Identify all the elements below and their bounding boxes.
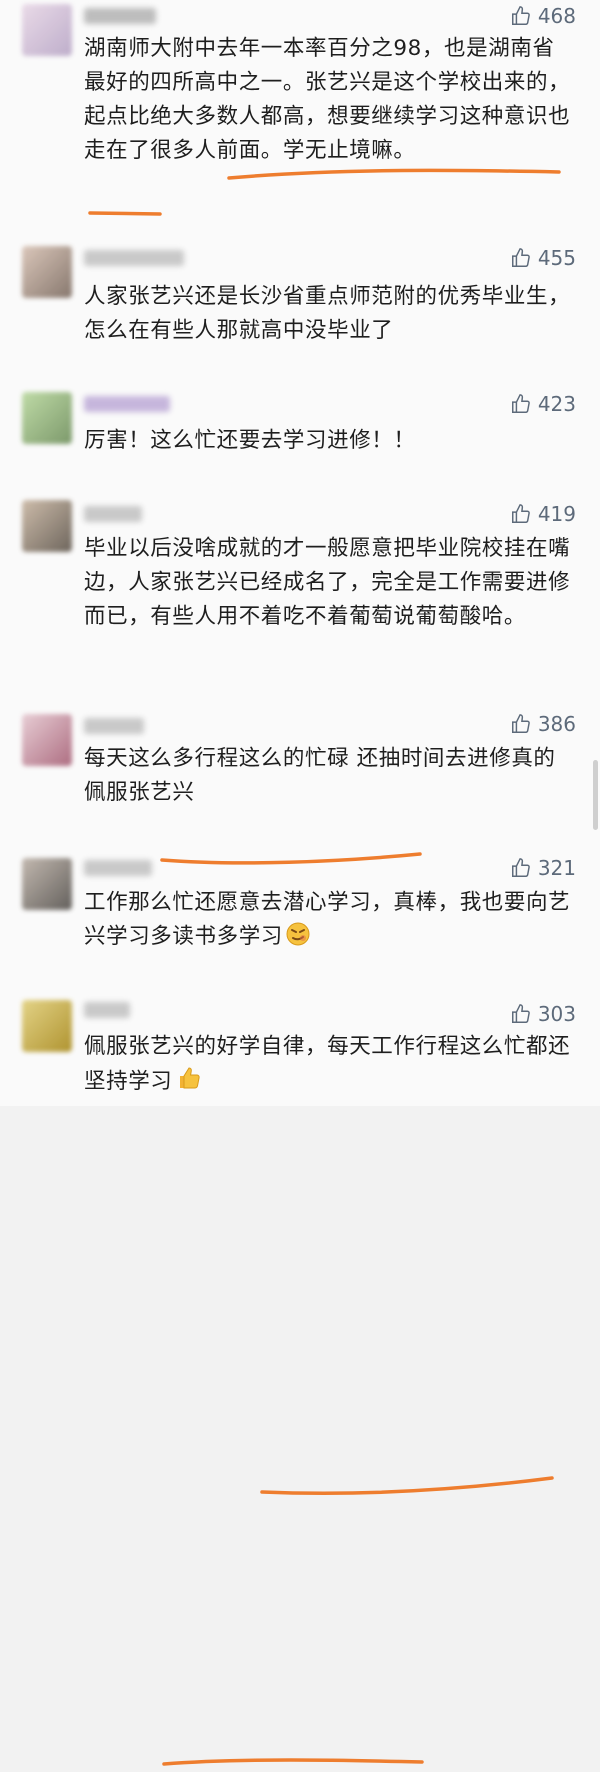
avatar[interactable] xyxy=(22,246,72,298)
comment-text: 厉害！这么忙还要去学习进修！！ xyxy=(84,428,416,453)
avatar[interactable] xyxy=(22,714,72,766)
like-button[interactable]: 455 xyxy=(510,246,576,270)
username-blurred[interactable] xyxy=(84,250,184,266)
comment-text: 人家张艺兴还是长沙省重点师范附的优秀毕业生，怎么在有些人那就高中没毕业了 xyxy=(84,284,571,343)
like-count: 386 xyxy=(537,712,576,736)
like-count: 468 xyxy=(537,4,576,28)
like-count: 423 xyxy=(537,392,576,416)
orange-underline xyxy=(260,1476,554,1495)
username-blurred[interactable] xyxy=(84,396,170,412)
like-count: 419 xyxy=(537,502,576,526)
thumbs-up-icon xyxy=(511,504,530,523)
comment-text: 湖南师大附中去年一本率百分之98，也是湖南省最好的四所高中之一。张艺兴是这个学校… xyxy=(84,36,571,163)
comment-text: 工作那么忙还愿意去潜心学习，真棒，我也要向艺兴学习多读书多学习 xyxy=(84,886,574,958)
comment-text: 毕业以后没啥成就的才一般愿意把毕业院校挂在嘴边，人家张艺兴已经成名了，完全是工作… xyxy=(84,536,571,629)
comment-text: 每天这么多行程这么的忙碌 还抽时间去进修真的佩服张艺兴 xyxy=(84,746,556,805)
avatar[interactable] xyxy=(22,4,72,56)
like-button[interactable]: 423 xyxy=(510,392,576,416)
avatar[interactable] xyxy=(22,500,72,552)
like-button[interactable]: 419 xyxy=(510,502,576,526)
thumbs-up-icon xyxy=(511,714,530,733)
thumbs-up-icon xyxy=(511,6,530,25)
comment-text-content: 佩服张艺兴的好学自律，每天工作行程这么忙都还坚持学习 xyxy=(84,1034,571,1094)
scrollbar[interactable] xyxy=(593,760,598,830)
username-blurred[interactable] xyxy=(84,506,142,522)
username-blurred[interactable] xyxy=(84,860,152,876)
like-count: 321 xyxy=(537,856,576,880)
thumbs-up-icon xyxy=(511,248,530,267)
like-button[interactable]: 468 xyxy=(510,4,576,28)
like-count: 455 xyxy=(537,246,576,270)
orange-underline xyxy=(162,1758,424,1766)
like-button[interactable]: 321 xyxy=(510,856,576,880)
thumbs-up-emoji-icon xyxy=(174,1064,202,1103)
avatar[interactable] xyxy=(22,392,72,444)
like-count: 303 xyxy=(537,1002,576,1026)
username-blurred[interactable] xyxy=(84,718,144,734)
orange-underline xyxy=(88,211,162,216)
comment-text: 佩服张艺兴的好学自律，每天工作行程这么忙都还坚持学习 xyxy=(84,1030,574,1103)
like-button[interactable]: 303 xyxy=(510,1002,576,1026)
smirk-face-icon xyxy=(285,921,311,958)
thumbs-up-icon xyxy=(511,394,530,413)
username-blurred[interactable] xyxy=(84,1002,130,1018)
avatar[interactable] xyxy=(22,1000,72,1052)
comment-text-content: 工作那么忙还愿意去潜心学习，真棒，我也要向艺兴学习多读书多学习 xyxy=(84,890,571,949)
thumbs-up-icon xyxy=(511,858,530,877)
comment-feed: 468 湖南师大附中去年一本率百分之98，也是湖南省最好的四所高中之一。张艺兴是… xyxy=(0,0,600,1766)
thumbs-up-icon xyxy=(511,1004,530,1023)
username-blurred[interactable] xyxy=(84,8,156,24)
like-button[interactable]: 386 xyxy=(510,712,576,736)
orange-underline xyxy=(160,852,422,865)
avatar[interactable] xyxy=(22,858,72,910)
